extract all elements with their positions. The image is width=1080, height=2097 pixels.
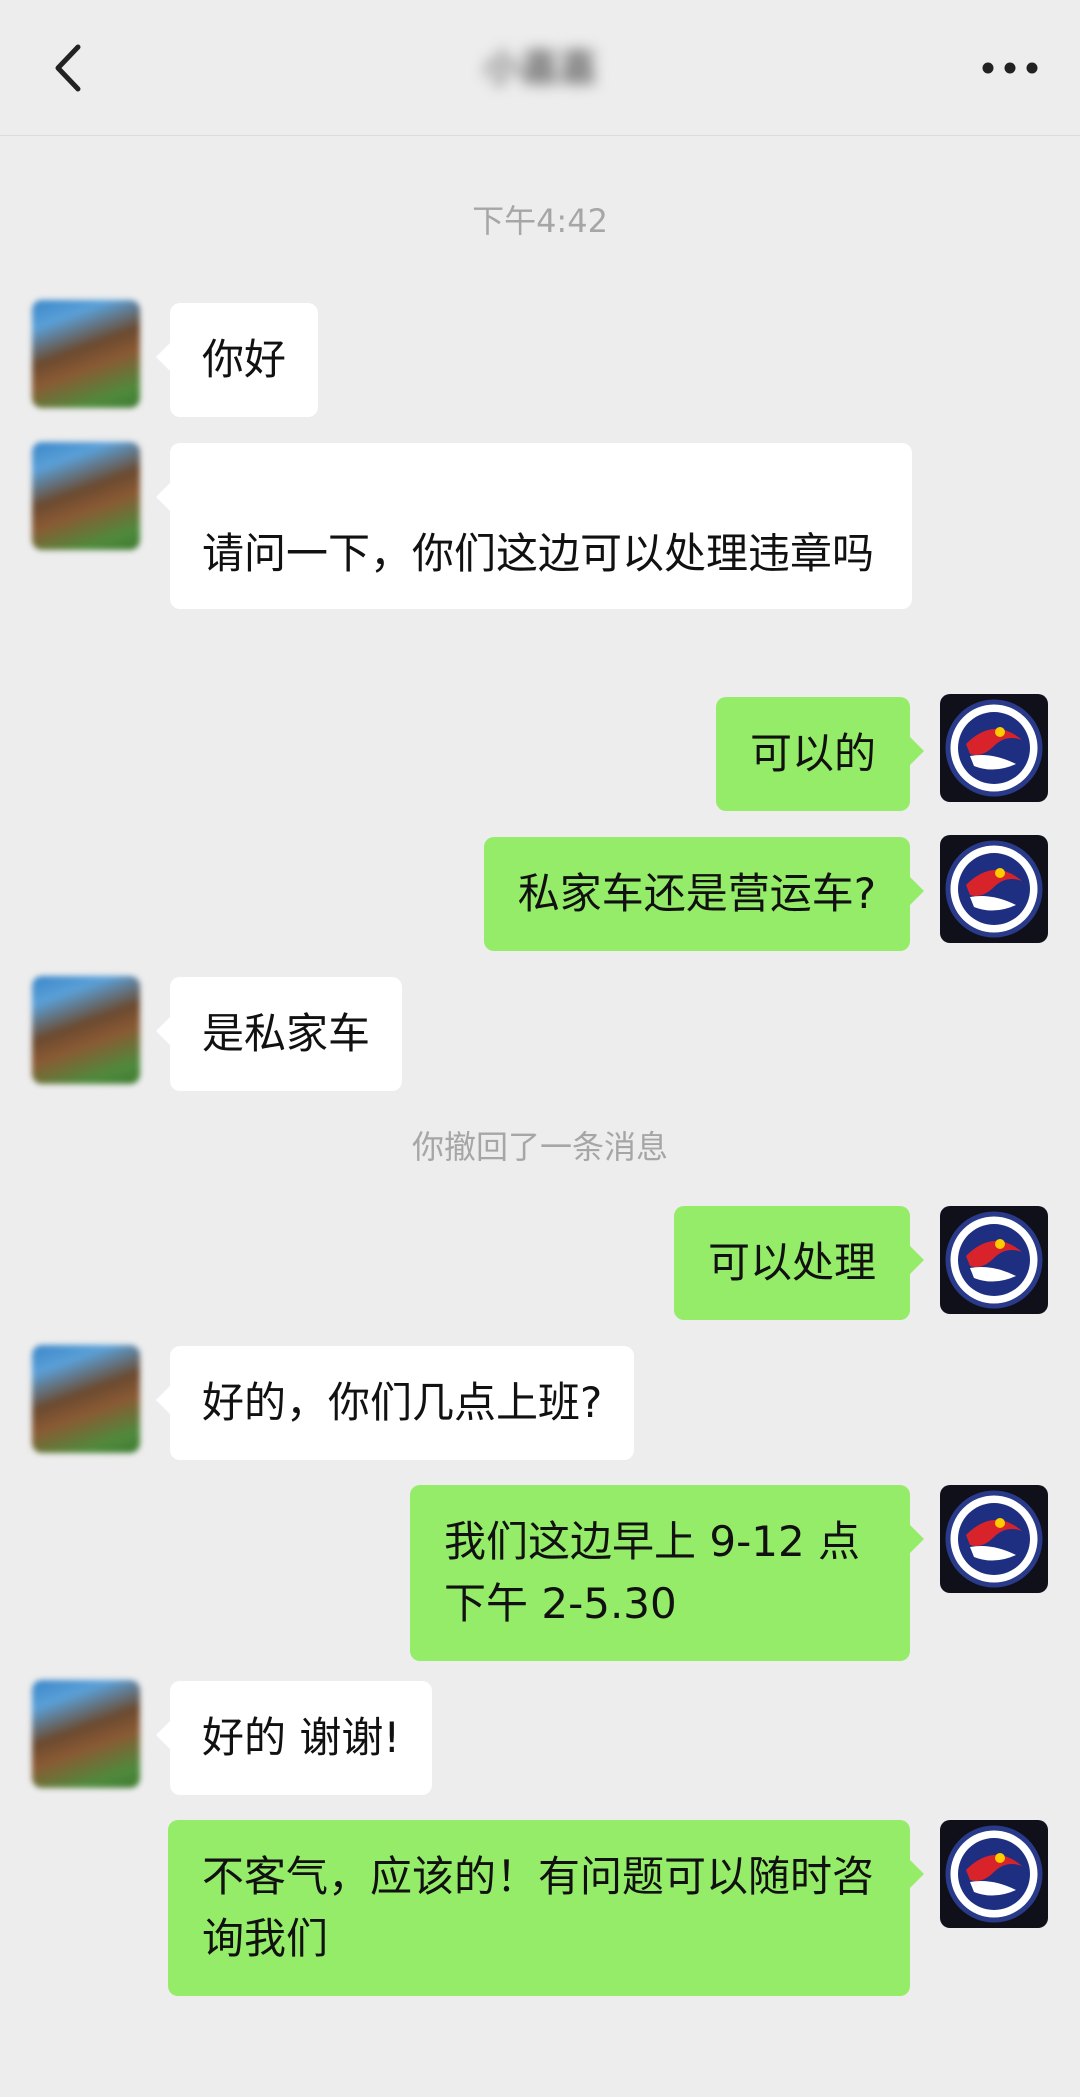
police-emblem-icon [945,699,1043,797]
sent-message[interactable]: 我们这边早上 9-12 点下午 2-5.30 [410,1485,924,1661]
chat-header: 小嘉嘉 [0,0,1080,136]
sent-message[interactable]: 私家车还是营运车? [483,837,925,951]
sent-message[interactable]: 可以处理 [673,1206,925,1320]
sent-message[interactable]: 可以的 [715,697,925,811]
my-avatar[interactable] [940,835,1048,943]
message-timestamp: 下午4:42 [472,202,608,240]
my-avatar[interactable] [940,1206,1048,1314]
received-message[interactable]: 好的，你们几点上班? [155,1346,635,1460]
police-emblem-icon [945,1825,1043,1923]
received-message[interactable]: 是私家车 [155,977,403,1091]
peer-avatar[interactable] [32,442,140,550]
more-button[interactable] [970,38,1050,98]
more-dots-icon [982,62,1038,74]
received-message[interactable]: 好的 谢谢! [155,1681,433,1795]
sent-message[interactable]: 不客气，应该的！有问题可以随时咨询我们 [168,1820,924,1996]
received-message[interactable]: 请问一下，你们这边可以处理违章吗 [156,443,912,609]
recall-notice: 你撤回了一条消息 [411,1128,668,1166]
police-emblem-icon [945,840,1043,938]
peer-avatar[interactable] [32,1680,140,1788]
my-avatar[interactable] [940,1485,1048,1593]
peer-avatar[interactable] [32,1345,140,1453]
peer-avatar[interactable] [32,976,140,1084]
back-button[interactable] [38,38,98,98]
my-avatar[interactable] [940,1820,1048,1928]
my-avatar[interactable] [940,694,1048,802]
chat-title[interactable]: 小嘉嘉 [340,40,740,96]
police-emblem-icon [945,1211,1043,1309]
police-emblem-icon [945,1490,1043,1588]
chevron-left-icon [55,44,81,92]
received-message[interactable]: 你好 [155,303,319,417]
peer-avatar[interactable] [32,300,140,408]
